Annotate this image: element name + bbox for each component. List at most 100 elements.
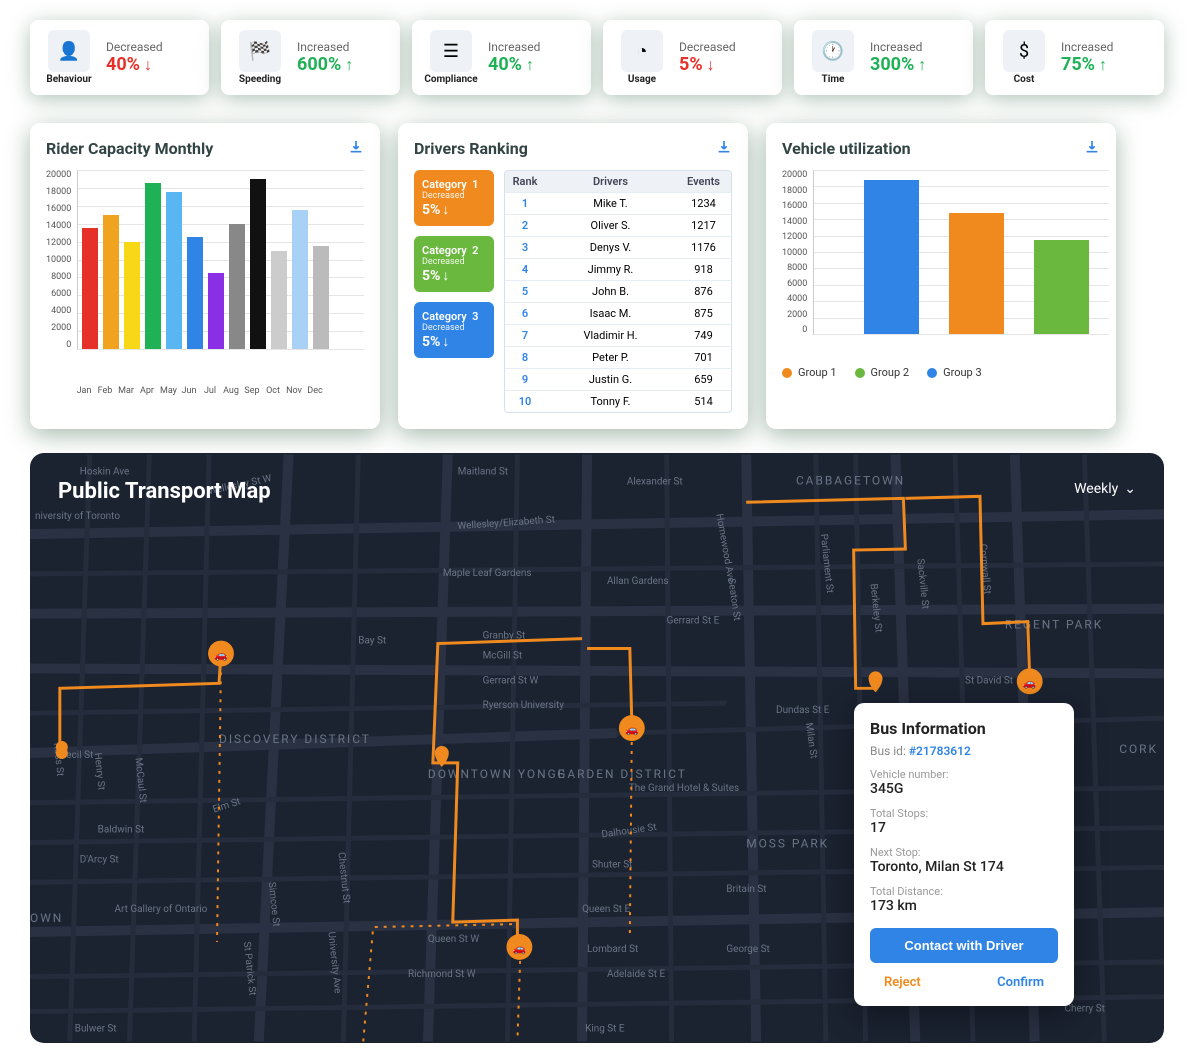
map-period-dropdown[interactable]: Weekly ⌄ bbox=[1074, 481, 1136, 497]
svg-text:DOWNTOWN YONGE: DOWNTOWN YONGE bbox=[428, 767, 567, 781]
kpi-card-compliance[interactable]: ☰ Compliance Increased 40% ↑ bbox=[412, 20, 591, 95]
svg-text:🚗: 🚗 bbox=[1023, 676, 1037, 689]
kpi-card-behaviour[interactable]: 👤 Behaviour Decreased 40% ↓ bbox=[30, 20, 209, 95]
total-distance: 173 km bbox=[870, 898, 1058, 914]
table-row[interactable]: 6 Isaac M. 875 bbox=[505, 303, 731, 325]
table-row[interactable]: 1 Mike T. 1234 bbox=[505, 193, 731, 215]
kpi-label: Cost bbox=[1014, 74, 1035, 85]
bar-group-3[interactable] bbox=[864, 180, 919, 334]
confirm-button[interactable]: Confirm bbox=[997, 975, 1044, 990]
vehicle-bar-chart: 2000018000160001400012000100008000600040… bbox=[782, 170, 1100, 350]
table-row[interactable]: 10 Tonny F. 514 bbox=[505, 391, 731, 412]
vehicle-number: 345G bbox=[870, 781, 1058, 797]
vehicle-marker-icon[interactable]: 🚗 bbox=[619, 715, 645, 741]
vehicle-utilization-panel: Vehicle utilization 20000180001600014000… bbox=[766, 123, 1116, 429]
svg-text:DISCOVERY DISTRICT: DISCOVERY DISTRICT bbox=[219, 732, 371, 746]
svg-text:St Patrick St: St Patrick St bbox=[241, 941, 258, 996]
svg-text:Allan Gardens: Allan Gardens bbox=[607, 576, 669, 587]
svg-text:Britain St: Britain St bbox=[726, 884, 766, 895]
popup-title: Bus Information bbox=[870, 719, 1058, 738]
download-icon[interactable] bbox=[348, 139, 364, 159]
legend-item[interactable]: Group 3 bbox=[927, 366, 982, 379]
bar-Feb[interactable] bbox=[103, 215, 119, 349]
bar-Aug[interactable] bbox=[229, 224, 245, 349]
legend-item[interactable]: Group 1 bbox=[782, 366, 837, 379]
map-pin-icon[interactable] bbox=[56, 741, 68, 759]
download-icon[interactable] bbox=[1084, 139, 1100, 159]
chevron-down-icon: ⌄ bbox=[1124, 481, 1136, 497]
contact-driver-button[interactable]: Contact with Driver bbox=[870, 928, 1058, 963]
bar-May[interactable] bbox=[166, 192, 182, 349]
kpi-card-cost[interactable]: $ Cost Increased 75% ↑ bbox=[985, 20, 1164, 95]
arrow-up-icon: ↑ bbox=[345, 55, 353, 75]
bar-Dec[interactable] bbox=[313, 246, 329, 349]
svg-text:niversity of Toronto: niversity of Toronto bbox=[35, 511, 120, 522]
svg-text:Maple Leaf Gardens: Maple Leaf Gardens bbox=[443, 568, 532, 579]
svg-text:MOSS PARK: MOSS PARK bbox=[746, 836, 829, 850]
bar-Apr[interactable] bbox=[145, 183, 161, 349]
kpi-label: Speeding bbox=[239, 74, 281, 85]
arrow-up-icon: ↑ bbox=[918, 55, 926, 75]
svg-text:Lombard St: Lombard St bbox=[587, 944, 638, 955]
bar-Nov[interactable] bbox=[292, 210, 308, 349]
bar-group-2[interactable] bbox=[1034, 240, 1089, 334]
table-row[interactable]: 3 Denys V. 1176 bbox=[505, 237, 731, 259]
kpi-value: 300% ↑ bbox=[870, 54, 926, 75]
table-row[interactable]: 2 Oliver S. 1217 bbox=[505, 215, 731, 237]
arrow-down-icon: ↓ bbox=[442, 201, 449, 218]
kpi-row: 👤 Behaviour Decreased 40% ↓ 🏁 Speeding I… bbox=[20, 20, 1174, 95]
svg-text:Alexander St: Alexander St bbox=[627, 476, 683, 487]
legend-dot-icon bbox=[927, 368, 937, 378]
download-icon[interactable] bbox=[716, 139, 732, 159]
kpi-trend: Decreased bbox=[106, 40, 163, 54]
table-row[interactable]: 8 Peter P. 701 bbox=[505, 347, 731, 369]
bar-Mar[interactable] bbox=[124, 242, 140, 349]
svg-text:McGill St: McGill St bbox=[483, 650, 523, 661]
svg-text:Art Gallery of Ontario: Art Gallery of Ontario bbox=[115, 904, 208, 915]
svg-text:CORK: CORK bbox=[1119, 742, 1158, 756]
bar-group-1[interactable] bbox=[949, 213, 1004, 334]
kpi-label: Compliance bbox=[424, 74, 477, 85]
behaviour-icon: 👤 bbox=[48, 30, 90, 72]
vehicle-marker-icon[interactable]: 🚗 bbox=[506, 934, 532, 960]
kpi-label: Usage bbox=[628, 74, 656, 85]
table-row[interactable]: 4 Jimmy R. 918 bbox=[505, 259, 731, 281]
svg-text:Maitland St: Maitland St bbox=[458, 466, 508, 477]
next-stop: Toronto, Milan St 174 bbox=[870, 859, 1058, 875]
kpi-card-usage[interactable]: ◔ Usage Decreased 5% ↓ bbox=[603, 20, 782, 95]
svg-text:McCaul St: McCaul St bbox=[132, 757, 148, 803]
bar-Jan[interactable] bbox=[82, 228, 98, 349]
reject-button[interactable]: Reject bbox=[884, 975, 921, 990]
table-row[interactable]: 9 Justin G. 659 bbox=[505, 369, 731, 391]
category-card-2[interactable]: Category 2 Decreased 5% ↓ bbox=[414, 236, 494, 292]
arrow-down-icon: ↓ bbox=[442, 333, 449, 350]
legend-item[interactable]: Group 2 bbox=[855, 366, 910, 379]
svg-text:GARDEN DISTRICT: GARDEN DISTRICT bbox=[557, 767, 687, 781]
svg-text:George St: George St bbox=[726, 944, 769, 955]
category-card-3[interactable]: Category 3 Decreased 5% ↓ bbox=[414, 302, 494, 358]
kpi-label: Behaviour bbox=[46, 74, 91, 85]
bar-Jun[interactable] bbox=[187, 237, 203, 349]
kpi-trend: Increased bbox=[488, 40, 540, 54]
svg-text:Dundas St E: Dundas St E bbox=[776, 705, 830, 716]
bar-Jul[interactable] bbox=[208, 273, 224, 349]
svg-text:Queen St W: Queen St W bbox=[428, 934, 479, 945]
kpi-card-speeding[interactable]: 🏁 Speeding Increased 600% ↑ bbox=[221, 20, 400, 95]
category-card-1[interactable]: Category 1 Decreased 5% ↓ bbox=[414, 170, 494, 226]
svg-text:Queen St E: Queen St E bbox=[582, 904, 630, 915]
bar-Sep[interactable] bbox=[250, 179, 266, 349]
svg-text:Richmond St W: Richmond St W bbox=[408, 969, 476, 980]
svg-text:St David St: St David St bbox=[965, 675, 1013, 686]
table-row[interactable]: 5 John B. 876 bbox=[505, 281, 731, 303]
svg-text:🚗: 🚗 bbox=[625, 723, 639, 736]
panels-row: Rider Capacity Monthly 20000180001600014… bbox=[20, 123, 1174, 429]
legend-dot-icon bbox=[782, 368, 792, 378]
table-row[interactable]: 7 Vladimir H. 749 bbox=[505, 325, 731, 347]
panel-title: Vehicle utilization bbox=[782, 139, 1100, 158]
svg-text:Adelaide St E: Adelaide St E bbox=[607, 969, 666, 980]
bar-Oct[interactable] bbox=[271, 251, 287, 349]
vehicle-marker-icon[interactable]: 🚗 bbox=[1017, 668, 1043, 694]
vehicle-marker-icon[interactable]: 🚗 bbox=[208, 641, 234, 667]
kpi-card-time[interactable]: 🕐 Time Increased 300% ↑ bbox=[794, 20, 973, 95]
legend-dot-icon bbox=[855, 368, 865, 378]
